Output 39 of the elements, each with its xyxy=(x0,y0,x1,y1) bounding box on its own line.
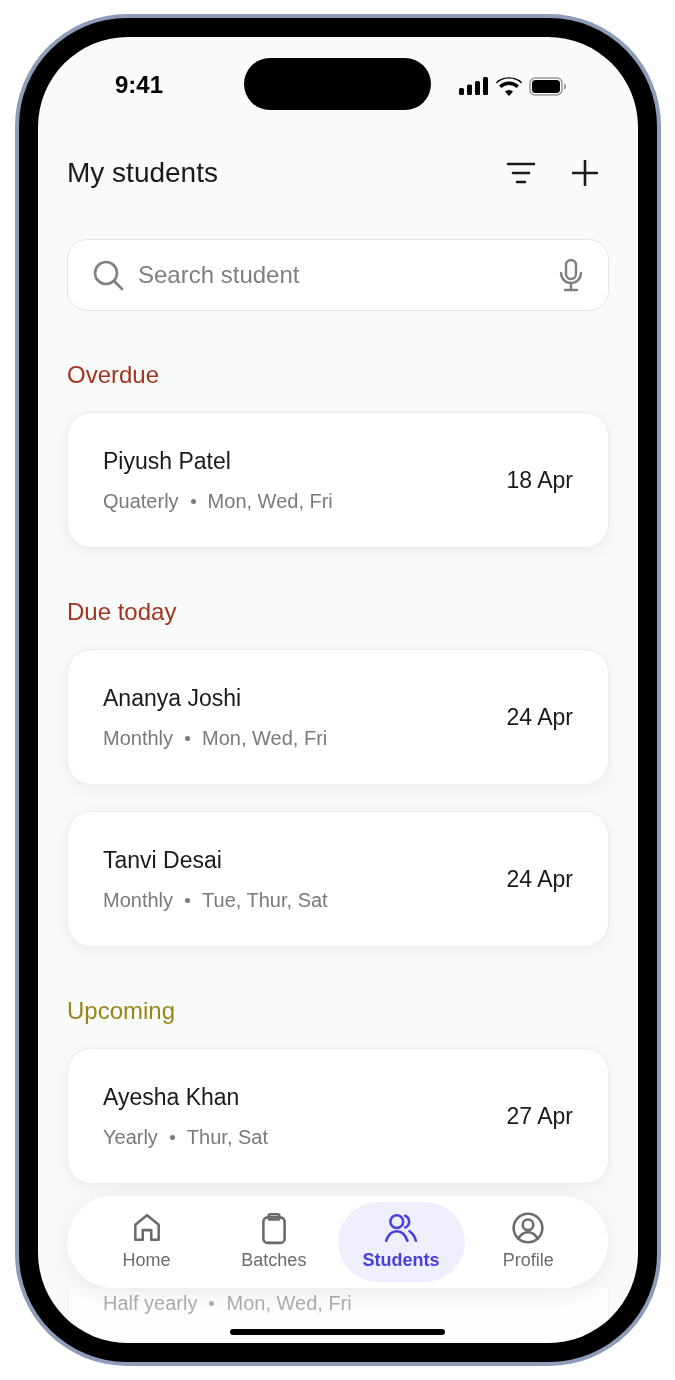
search-bar[interactable]: Search student xyxy=(67,239,609,311)
due-date: 18 Apr xyxy=(506,465,573,495)
days-label: Tue, Thur, Sat xyxy=(202,888,328,914)
student-card[interactable]: Ananya Joshi Monthly Mon, Wed, Fri 24 Apr xyxy=(67,649,609,785)
days-label: Mon, Wed, Fri xyxy=(207,489,333,515)
student-card[interactable]: Piyush Patel Quaterly Mon, Wed, Fri 18 Apr xyxy=(67,412,609,548)
days-label: Thur, Sat xyxy=(186,1125,268,1151)
student-name: Tanvi Desai xyxy=(103,845,223,875)
student-name: Ananya Joshi xyxy=(103,683,243,713)
due-date: 27 Apr xyxy=(506,1101,573,1131)
student-name: Piyush Patel xyxy=(103,446,232,476)
plan-label: Monthly xyxy=(103,726,174,752)
signal-icon xyxy=(459,77,489,95)
student-name: Ayesha Khan xyxy=(103,1082,241,1112)
section-title: Due today xyxy=(67,597,177,627)
wifi-icon xyxy=(496,76,522,96)
plan-label: Yearly xyxy=(103,1125,158,1151)
profile-icon xyxy=(511,1210,546,1245)
search-field[interactable]: Search student xyxy=(138,257,544,293)
plan-label: Monthly xyxy=(103,888,174,914)
battery-icon xyxy=(529,76,567,96)
due-date: 24 Apr xyxy=(506,864,573,894)
section-title: Upcoming xyxy=(67,996,176,1026)
plan-label: Half yearly xyxy=(103,1291,198,1316)
due-date: 24 Apr xyxy=(506,702,573,732)
status-time: 9:41 xyxy=(115,70,164,100)
student-card[interactable]: Ayesha Khan Yearly Thur, Sat 27 Apr xyxy=(67,1048,609,1184)
nav-tab[interactable]: Profile xyxy=(464,1202,592,1282)
days-label: Mon, Wed, Fri xyxy=(202,726,328,752)
nav-tab[interactable]: Home xyxy=(83,1202,211,1282)
plan-label: Quaterly xyxy=(103,489,179,515)
section-title: Overdue xyxy=(67,360,160,390)
page-title: My students xyxy=(67,156,218,190)
student-card[interactable]: Tanvi Desai Monthly Tue, Thur, Sat 24 Apr xyxy=(67,811,609,947)
days-label: Mon, Wed, Fri xyxy=(226,1291,352,1316)
nav-tab[interactable]: Batches xyxy=(210,1202,338,1282)
search-icon xyxy=(92,259,124,291)
microphone-icon[interactable] xyxy=(558,258,584,292)
nav-tab[interactable]: Students xyxy=(337,1202,465,1282)
